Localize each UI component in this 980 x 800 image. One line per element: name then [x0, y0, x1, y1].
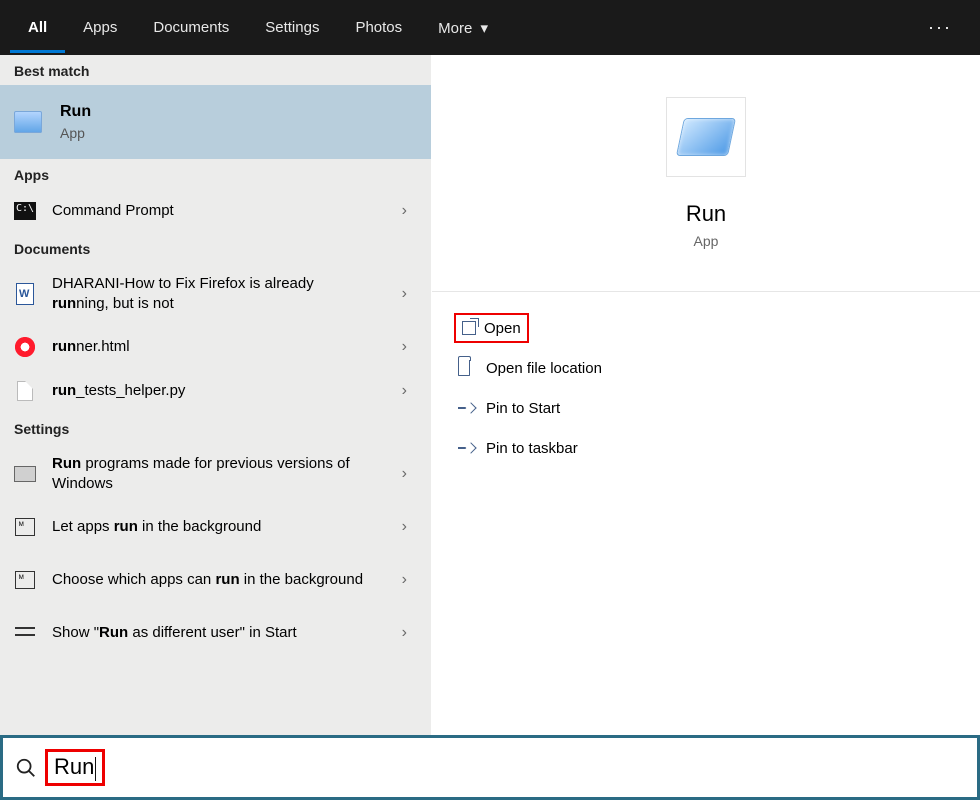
chevron-right-icon: ›: [402, 518, 407, 536]
best-match-run[interactable]: Run App: [0, 85, 431, 159]
preview-subtitle: App: [694, 233, 719, 249]
tab-documents[interactable]: Documents: [135, 2, 247, 53]
tab-settings[interactable]: Settings: [247, 2, 337, 53]
chevron-right-icon: ›: [402, 571, 407, 589]
chevron-down-icon: ▾: [481, 20, 489, 37]
search-icon: [15, 757, 37, 779]
best-match-subtitle: App: [60, 125, 91, 141]
list-item-label: Command Prompt: [52, 201, 224, 221]
section-apps: Apps: [0, 159, 431, 189]
section-best-match: Best match: [0, 55, 431, 85]
action-label: Pin to taskbar: [486, 440, 578, 457]
tab-apps[interactable]: Apps: [65, 2, 135, 53]
top-tab-bar: All Apps Documents Settings Photos More …: [0, 0, 980, 55]
section-documents: Documents: [0, 233, 431, 263]
monitor-icon: [14, 463, 36, 485]
results-panel: Best match Run App Apps C:\ Command Prom…: [0, 55, 432, 735]
action-pin-to-start[interactable]: Pin to Start: [458, 388, 980, 428]
list-item-label: Run programs made for previous versions …: [52, 454, 417, 495]
list-item-label: Let apps run in the background: [52, 517, 311, 537]
doc-dharani-firefox[interactable]: DHARANI-How to Fix Firefox is already ru…: [0, 263, 431, 325]
chevron-right-icon: ›: [402, 382, 407, 400]
text-caret: [95, 757, 96, 781]
run-icon: [677, 119, 735, 155]
setting-compat-programs[interactable]: Run programs made for previous versions …: [0, 443, 431, 505]
chevron-right-icon: ›: [402, 465, 407, 483]
list-item-label: Choose which apps can run in the backgro…: [52, 570, 413, 590]
list-item-label: run_tests_helper.py: [52, 381, 235, 401]
preview-panel: Run App Open Open file location Pin to S…: [432, 55, 980, 735]
setting-background-apps[interactable]: Let apps run in the background ›: [0, 505, 431, 549]
chevron-right-icon: ›: [402, 202, 407, 220]
word-doc-icon: [14, 283, 36, 305]
pin-icon: [458, 401, 486, 415]
folder-location-icon: [458, 360, 486, 376]
divider: [432, 291, 980, 292]
doc-runner-html[interactable]: runner.html ›: [0, 325, 431, 369]
list-item-label: runner.html: [52, 337, 180, 357]
pin-icon: [458, 441, 486, 455]
action-open[interactable]: Open: [458, 308, 980, 348]
list-item-label: DHARANI-How to Fix Firefox is already ru…: [52, 274, 417, 315]
activity-icon: [14, 516, 36, 538]
tab-all[interactable]: All: [10, 2, 65, 53]
chevron-right-icon: ›: [402, 285, 407, 303]
setting-choose-background-apps[interactable]: Choose which apps can run in the backgro…: [0, 549, 431, 611]
section-settings: Settings: [0, 413, 431, 443]
search-bar[interactable]: Run: [0, 735, 980, 800]
activity-icon: [14, 569, 36, 591]
preview-icon-frame: [666, 97, 746, 177]
preview-title: Run: [686, 201, 726, 227]
sliders-icon: [14, 622, 36, 644]
more-options-button[interactable]: ···: [928, 17, 952, 38]
run-icon: [14, 111, 42, 133]
action-label: Pin to Start: [486, 400, 560, 417]
tab-more[interactable]: More ▾: [420, 2, 506, 54]
command-prompt-icon: C:\: [14, 200, 36, 222]
action-label: Open: [484, 320, 521, 337]
setting-run-as-different-user[interactable]: Show "Run as different user" in Start ›: [0, 611, 431, 655]
action-label: Open file location: [486, 360, 602, 377]
action-open-file-location[interactable]: Open file location: [458, 348, 980, 388]
file-icon: [14, 380, 36, 402]
tab-photos[interactable]: Photos: [337, 2, 420, 53]
doc-run-tests-helper[interactable]: run_tests_helper.py ›: [0, 369, 431, 413]
tab-more-label: More: [438, 20, 472, 37]
list-item-label: Show "Run as different user" in Start: [52, 623, 347, 643]
action-pin-to-taskbar[interactable]: Pin to taskbar: [458, 428, 980, 468]
app-command-prompt[interactable]: C:\ Command Prompt ›: [0, 189, 431, 233]
best-match-title: Run: [60, 103, 91, 121]
chevron-right-icon: ›: [402, 338, 407, 356]
opera-icon: [14, 336, 36, 358]
search-input-value: Run: [54, 754, 94, 779]
chevron-right-icon: ›: [402, 624, 407, 642]
search-input[interactable]: Run: [45, 749, 105, 785]
open-icon: [456, 321, 484, 335]
